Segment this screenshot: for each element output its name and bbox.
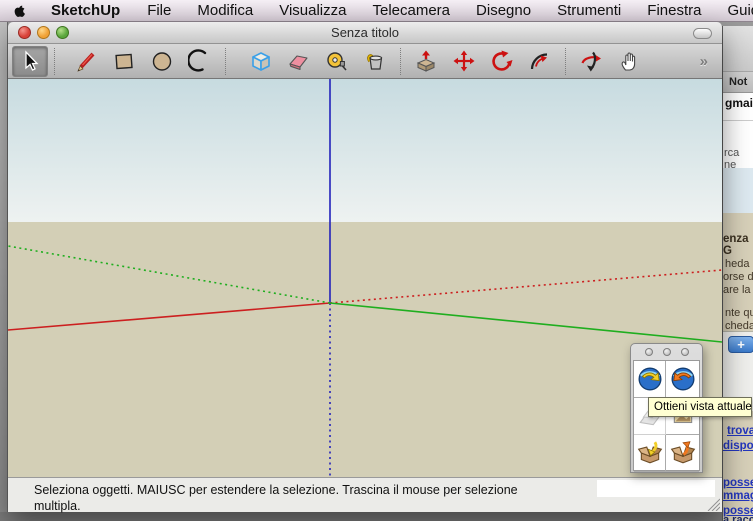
- menu-disegno[interactable]: Disegno: [463, 0, 544, 21]
- palette-zoom-button[interactable]: [681, 348, 689, 356]
- toolbar-separator: [565, 48, 566, 75]
- push-pull-icon: [414, 49, 438, 73]
- add-button[interactable]: +: [728, 336, 753, 353]
- rectangle-icon: [112, 49, 136, 73]
- tooltip-ottieni-vista-attuale: Ottieni vista attuale: [648, 397, 752, 417]
- tape-measure-icon: [325, 49, 349, 73]
- arc-icon: [188, 49, 212, 73]
- measurements-field[interactable]: [597, 480, 715, 497]
- green-axis-solid: [330, 303, 722, 342]
- menu-finestra[interactable]: Finestra: [634, 0, 714, 21]
- status-bar: Seleziona oggetti. MAIUSC per estendere …: [8, 477, 722, 512]
- status-message: Seleziona oggetti. MAIUSC per estendere …: [34, 482, 534, 514]
- palette-title-bar[interactable]: [631, 344, 702, 357]
- window-title: Senza titolo: [8, 25, 722, 40]
- offset-icon: [528, 49, 552, 73]
- background-window-left-edge: [0, 22, 8, 521]
- box-orange-arrow-icon: [670, 440, 696, 466]
- link-fragment[interactable]: posse: [723, 477, 753, 489]
- move-tool-button[interactable]: [445, 46, 483, 77]
- menu-file[interactable]: File: [134, 0, 184, 21]
- eraser-tool-button[interactable]: [280, 46, 318, 77]
- screen: SketchUp File Modifica Visualizza Teleca…: [0, 0, 753, 521]
- account-text-fragment: gmail: [723, 96, 753, 112]
- red-axis-dotted: [330, 270, 722, 303]
- title-bar[interactable]: Senza titolo: [8, 22, 722, 44]
- eraser-icon: [287, 49, 311, 73]
- rotate-tool-button[interactable]: [483, 46, 521, 77]
- page-heading-fragment: enza G: [723, 233, 753, 247]
- select-cursor-icon: [18, 49, 42, 73]
- toolbar-overflow-chevron[interactable]: »: [700, 53, 708, 70]
- menu-modifica[interactable]: Modifica: [184, 0, 266, 21]
- search-text-fragment: rca ne: [723, 147, 753, 161]
- share-model-button[interactable]: [666, 435, 699, 472]
- push-pull-tool-button[interactable]: [407, 46, 445, 77]
- orbit-tool-button[interactable]: [572, 46, 610, 77]
- text-fragment: heda: [725, 258, 753, 270]
- toolbar-separator: [400, 48, 401, 75]
- paint-bucket-tool-button[interactable]: [356, 46, 394, 77]
- menu-visualizza[interactable]: Visualizza: [266, 0, 359, 21]
- paint-bucket-icon: [363, 49, 387, 73]
- arc-tool-button[interactable]: [181, 46, 219, 77]
- globe-yellow-arrow-icon: [637, 366, 663, 392]
- red-axis-solid: [8, 303, 330, 330]
- select-tool-button[interactable]: [12, 46, 48, 77]
- link-fragment[interactable]: mmagi: [723, 490, 753, 502]
- palette-minimize-button[interactable]: [663, 348, 671, 356]
- viewport-3d[interactable]: [8, 79, 722, 477]
- line-tool-button[interactable]: [67, 46, 105, 77]
- circle-icon: [150, 49, 174, 73]
- text-fragment: nte qu: [725, 307, 753, 319]
- drawing-axes: [8, 79, 722, 477]
- divider: [723, 120, 753, 121]
- circle-tool-button[interactable]: [143, 46, 181, 77]
- make-component-tool-button[interactable]: [242, 46, 280, 77]
- palette-close-button[interactable]: [645, 348, 653, 356]
- rotate-icon: [490, 49, 514, 73]
- link-fragment[interactable]: trova: [727, 425, 753, 437]
- menu-strumenti[interactable]: Strumenti: [544, 0, 634, 21]
- component-cube-icon: [249, 49, 273, 73]
- menu-guida[interactable]: Guida: [714, 0, 753, 21]
- sketchup-window: Senza titolo: [8, 22, 722, 512]
- background-window-chrome: [723, 26, 753, 72]
- menu-sketchup[interactable]: SketchUp: [37, 0, 134, 21]
- get-current-view-button[interactable]: [634, 361, 666, 398]
- get-models-button[interactable]: [634, 435, 666, 472]
- background-tab[interactable]: Not: [723, 72, 753, 93]
- pan-tool-button[interactable]: [610, 46, 648, 77]
- orbit-icon: [579, 49, 603, 73]
- text-fragment: orse d: [723, 271, 753, 283]
- background-browser-window[interactable]: Not gmail rca ne enza G heda orse d are …: [722, 26, 753, 521]
- apple-menu[interactable]: [12, 3, 27, 19]
- menu-telecamera[interactable]: Telecamera: [359, 0, 463, 21]
- offset-tool-button[interactable]: [521, 46, 559, 77]
- page-band: [723, 168, 753, 213]
- text-fragment: are la f: [723, 284, 753, 296]
- globe-orange-arrow-icon: [670, 366, 696, 392]
- pan-hand-icon: [617, 49, 641, 73]
- bottom-link-fragment[interactable]: a raccolta 3D?: [723, 514, 753, 521]
- toolbar-separator: [54, 48, 55, 75]
- move-icon: [452, 49, 476, 73]
- box-yellow-arrow-icon: [637, 440, 663, 466]
- toolbar-toggle-button[interactable]: [693, 28, 712, 39]
- tape-measure-tool-button[interactable]: [318, 46, 356, 77]
- green-axis-dotted: [8, 246, 330, 303]
- menu-bar: SketchUp File Modifica Visualizza Teleca…: [0, 0, 753, 22]
- share-view-button[interactable]: [666, 361, 699, 398]
- toolbar-separator: [225, 48, 226, 75]
- link-fragment[interactable]: dispor: [723, 440, 753, 452]
- apple-icon: [12, 3, 27, 19]
- toolbar: »: [8, 44, 722, 79]
- rectangle-tool-button[interactable]: [105, 46, 143, 77]
- pencil-icon: [74, 49, 98, 73]
- resize-grip[interactable]: [706, 498, 720, 511]
